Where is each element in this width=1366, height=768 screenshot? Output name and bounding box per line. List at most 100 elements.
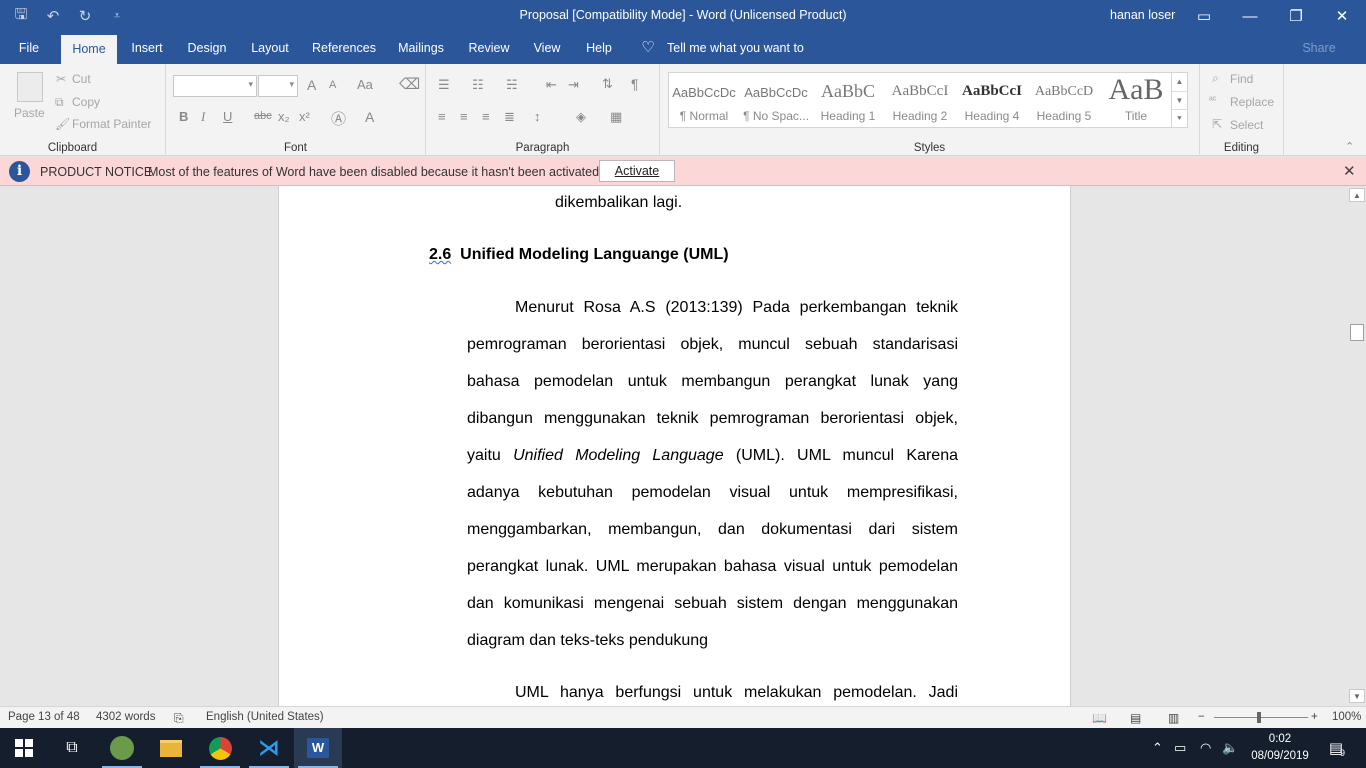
increase-indent-icon[interactable]: ⇥ [568, 77, 579, 93]
activate-button[interactable]: Activate [599, 160, 675, 182]
taskbar-android-studio[interactable] [98, 728, 146, 768]
cut-icon[interactable]: ✂ [56, 72, 66, 86]
collapse-ribbon-icon[interactable]: ⌃ [1345, 140, 1354, 153]
tab-home[interactable]: Home [61, 35, 117, 64]
grow-font-icon[interactable]: A [307, 77, 316, 93]
zoom-slider[interactable] [1214, 717, 1308, 718]
tab-layout[interactable]: Layout [247, 32, 293, 64]
minimize-icon[interactable]: — [1227, 0, 1273, 32]
bullets-icon[interactable]: ☰ [438, 77, 450, 93]
read-mode-icon[interactable]: 📖 [1092, 711, 1107, 725]
taskbar-word[interactable]: W [294, 728, 342, 768]
gallery-down-icon[interactable]: ▼ [1172, 91, 1187, 109]
user-name[interactable]: hanan loser [1110, 8, 1175, 22]
decrease-indent-icon[interactable]: ⇤ [546, 77, 557, 93]
start-button[interactable] [0, 728, 48, 768]
shrink-font-icon[interactable]: A [329, 79, 336, 91]
language[interactable]: English (United States) [206, 711, 324, 723]
scroll-down-icon[interactable]: ▼ [1349, 689, 1365, 703]
style-no-spacing[interactable]: AaBbCcDc ¶ No Spac... [741, 73, 811, 127]
zoom-slider-thumb[interactable] [1257, 712, 1261, 723]
select-button[interactable]: Select [1230, 118, 1263, 132]
line-spacing-icon[interactable]: ↕ [534, 109, 541, 124]
tab-help[interactable]: Help [582, 32, 616, 64]
format-painter-icon[interactable]: 🖌 [55, 117, 70, 131]
align-center-icon[interactable]: ≡ [460, 109, 468, 124]
borders-icon[interactable]: ▦ [610, 109, 622, 125]
print-layout-icon[interactable]: ▤ [1130, 711, 1141, 725]
style-heading-2[interactable]: AaBbCcI Heading 2 [885, 73, 955, 127]
share-button[interactable]: Share [1292, 32, 1346, 64]
underline-icon[interactable]: U [223, 109, 232, 124]
tab-mailings[interactable]: Mailings [394, 32, 448, 64]
word-count[interactable]: 4302 words [96, 711, 155, 723]
paste-button[interactable]: Paste [14, 106, 45, 120]
taskbar-chrome[interactable] [196, 728, 244, 768]
find-button[interactable]: Find [1230, 72, 1253, 86]
text-effects-icon[interactable]: Ⓐ [331, 108, 346, 129]
sort-icon[interactable]: ⇅ [602, 76, 613, 92]
scroll-thumb[interactable] [1350, 324, 1364, 341]
tab-file[interactable]: File [10, 32, 48, 64]
battery-icon[interactable]: ▭ [1174, 740, 1186, 756]
clear-formatting-icon[interactable]: ⌫ [399, 75, 420, 93]
zoom-level[interactable]: 100% [1332, 711, 1361, 723]
show-hidden-icons[interactable]: ⌃ [1152, 740, 1163, 756]
format-painter-button[interactable]: Format Painter [72, 117, 151, 131]
font-color-icon[interactable]: A [365, 109, 374, 125]
tell-me-box[interactable]: Tell me what you want to do [667, 32, 819, 87]
align-right-icon[interactable]: ≡ [482, 109, 490, 124]
subscript-icon[interactable]: x₂ [278, 109, 290, 124]
document-page[interactable]: dikembalikan lagi. 2.6 Unified Modeling … [278, 186, 1071, 706]
gallery-more-icon[interactable]: ⯆ [1172, 109, 1187, 127]
strikethrough-icon[interactable]: abc [254, 110, 272, 122]
action-center-button[interactable]: ▤ 9 [1316, 728, 1356, 768]
vertical-scrollbar[interactable]: ▲ ▼ [1348, 186, 1366, 706]
style-title[interactable]: AaB Title [1101, 73, 1171, 127]
replace-button[interactable]: Replace [1230, 95, 1274, 109]
task-view-button[interactable]: ⧉ [48, 728, 96, 768]
volume-icon[interactable]: 🔈 [1222, 740, 1238, 756]
style-heading-4[interactable]: AaBbCcI Heading 4 [957, 73, 1027, 127]
wifi-icon[interactable]: ◠ [1200, 740, 1211, 756]
numbering-icon[interactable]: ☷ [472, 77, 484, 93]
copy-icon[interactable]: ⧉ [55, 95, 64, 110]
proofing-icon[interactable]: ⎘ [174, 711, 184, 726]
taskbar-file-explorer[interactable] [147, 728, 195, 768]
font-name-combo[interactable] [173, 75, 257, 97]
tab-view[interactable]: View [529, 32, 565, 64]
taskbar-vscode[interactable]: ⋊ [245, 728, 293, 768]
shading-icon[interactable]: ◈ [576, 109, 586, 125]
style-heading-1[interactable]: AaBbC Heading 1 [813, 73, 883, 127]
multilevel-list-icon[interactable]: ☵ [506, 77, 518, 93]
zoom-in-icon[interactable]: + [1311, 711, 1318, 723]
change-case-icon[interactable]: Aa [357, 77, 373, 92]
web-layout-icon[interactable]: ▥ [1168, 711, 1179, 725]
close-notice-icon[interactable]: ✕ [1343, 162, 1356, 180]
replace-icon[interactable]: ᵃᶜ [1209, 95, 1216, 106]
tab-references[interactable]: References [309, 32, 379, 64]
select-icon[interactable]: ⇱ [1212, 117, 1222, 131]
italic-icon[interactable]: I [201, 109, 205, 125]
find-icon[interactable]: ⌕ [1212, 71, 1219, 86]
justify-icon[interactable]: ≣ [504, 109, 515, 125]
font-size-combo[interactable] [258, 75, 298, 97]
bold-icon[interactable]: B [179, 109, 188, 124]
scroll-up-icon[interactable]: ▲ [1349, 188, 1365, 202]
tab-insert[interactable]: Insert [127, 32, 167, 64]
ribbon-display-options-icon[interactable]: ▭ [1181, 0, 1227, 32]
gallery-up-icon[interactable]: ▲ [1172, 73, 1187, 91]
tab-design[interactable]: Design [183, 32, 231, 64]
style-heading-5[interactable]: AaBbCcD Heading 5 [1029, 73, 1099, 127]
restore-icon[interactable]: ❐ [1273, 0, 1319, 32]
style-normal[interactable]: AaBbCcDc ¶ Normal [669, 73, 739, 127]
align-left-icon[interactable]: ≡ [438, 109, 446, 124]
close-window-icon[interactable]: ✕ [1319, 0, 1365, 32]
page-count[interactable]: Page 13 of 48 [8, 711, 80, 723]
superscript-icon[interactable]: x² [299, 109, 310, 124]
cut-button[interactable]: Cut [72, 72, 91, 86]
show-formatting-marks-icon[interactable]: ¶ [631, 76, 639, 92]
zoom-out-icon[interactable]: − [1198, 711, 1205, 723]
tab-review[interactable]: Review [466, 32, 512, 64]
copy-button[interactable]: Copy [72, 95, 100, 109]
